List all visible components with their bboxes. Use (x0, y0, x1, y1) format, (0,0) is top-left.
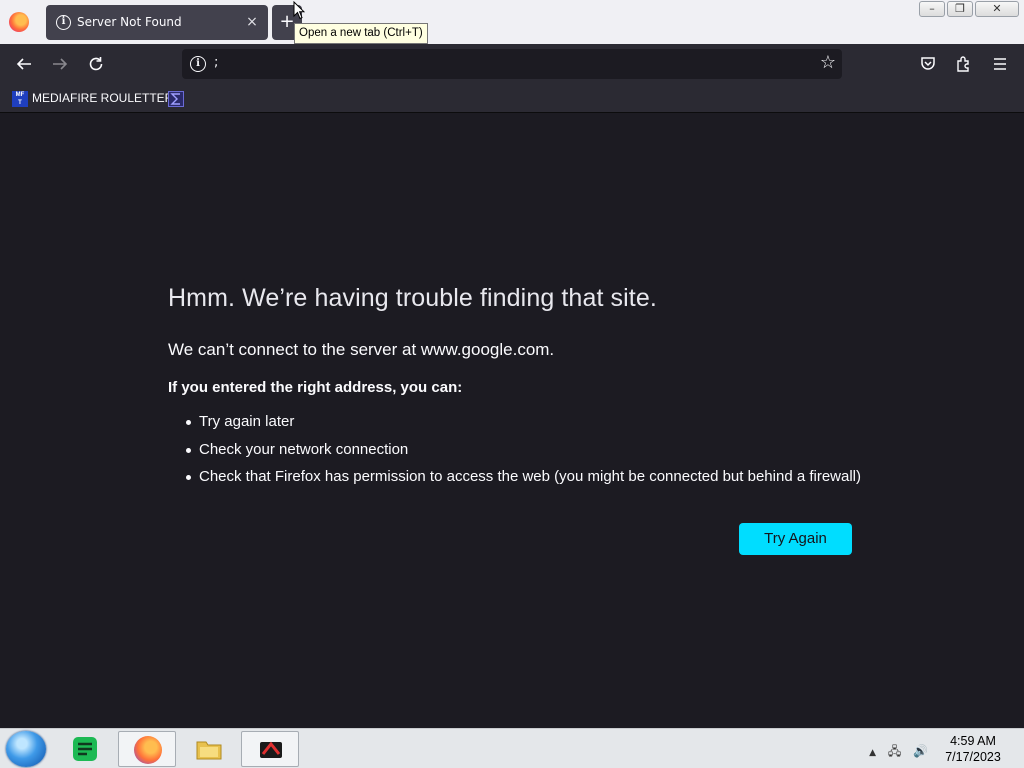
folder-icon (196, 741, 222, 760)
bookmarks-toolbar: MF T MEDIAFIRE ROULETTER (0, 84, 1024, 113)
puzzle-icon (957, 56, 969, 72)
bookmark-mediafire-rouletter[interactable]: MF T MEDIAFIRE ROULETTER (12, 89, 173, 107)
arrow-left-icon (16, 58, 31, 70)
extensions-button[interactable] (952, 52, 976, 76)
taskbar-firefox[interactable] (118, 731, 176, 767)
mouse-cursor-icon (293, 1, 305, 20)
url-bar[interactable]: i ; ☆ (182, 49, 842, 79)
clock-date: 7/17/2023 (945, 750, 1001, 764)
tab-close-button[interactable]: × (244, 14, 260, 30)
error-title: Hmm. We’re having trouble finding that s… (168, 284, 657, 312)
firefox-icon (134, 736, 162, 764)
pocket-icon (921, 57, 935, 70)
tab-server-not-found[interactable]: i Server Not Found × (46, 5, 268, 40)
close-window-button[interactable]: ✕ (975, 1, 1019, 17)
error-subheading: If you entered the right address, you ca… (168, 379, 463, 396)
tab-title: Server Not Found (77, 15, 182, 29)
taskbar: ▲ 🖧 🔊 4:59 AM 7/17/2023 (0, 728, 1024, 768)
taskbar-file-explorer[interactable] (180, 731, 238, 767)
clock[interactable]: 4:59 AM 7/17/2023 (938, 733, 1008, 765)
forward-button[interactable] (48, 52, 72, 76)
list-item: Try again later (184, 412, 861, 440)
network-icon[interactable]: 🖧 (888, 744, 901, 758)
bookmark-star-icon[interactable]: ☆ (820, 52, 836, 73)
taskbar-media-app[interactable] (241, 731, 299, 767)
error-page: Hmm. We’re having trouble finding that s… (0, 113, 1024, 728)
error-description: We can’t connect to the server at www.go… (168, 340, 555, 359)
try-again-button[interactable]: Try Again (739, 523, 852, 555)
bookmark-label: MEDIAFIRE ROULETTER (32, 91, 174, 105)
mediafire-favicon-icon: MF T (12, 90, 28, 107)
sigma-favicon-icon (168, 90, 184, 107)
navigation-toolbar: i ; ☆ (0, 44, 1024, 84)
system-tray: ▲ 🖧 🔊 (869, 742, 928, 763)
clock-time: 4:59 AM (950, 734, 996, 748)
restore-button[interactable]: ❐ (947, 1, 973, 17)
list-item: Check that Firefox has permission to acc… (184, 467, 861, 495)
reload-button[interactable] (84, 52, 108, 76)
arrow-right-icon (53, 58, 68, 70)
back-button[interactable] (12, 52, 36, 76)
notes-app-icon (73, 737, 97, 761)
suggestion-list: Try again later Check your network conne… (184, 412, 861, 495)
hamburger-menu-icon (994, 58, 1006, 70)
firefox-menu-icon[interactable] (9, 12, 29, 32)
start-button[interactable] (6, 731, 46, 767)
app-menu-button[interactable] (988, 52, 1012, 76)
list-item: Check your network connection (184, 440, 861, 468)
info-icon: i (56, 15, 71, 30)
bookmark-item[interactable] (168, 89, 188, 107)
media-app-icon (260, 741, 282, 758)
url-input[interactable]: ; (214, 55, 218, 70)
new-tab-tooltip: Open a new tab (Ctrl+T) (294, 23, 428, 44)
chevron-up-icon[interactable]: ▲ (869, 748, 876, 758)
site-info-icon[interactable]: i (190, 56, 206, 72)
taskbar-notes-app[interactable] (56, 731, 114, 767)
volume-icon[interactable]: 🔊 (913, 744, 928, 758)
minimize-button[interactable]: – (919, 1, 945, 17)
tab-strip: i Server Not Found × + Open a new tab (C… (0, 0, 1024, 44)
pocket-button[interactable] (916, 52, 940, 76)
reload-icon (89, 57, 103, 71)
